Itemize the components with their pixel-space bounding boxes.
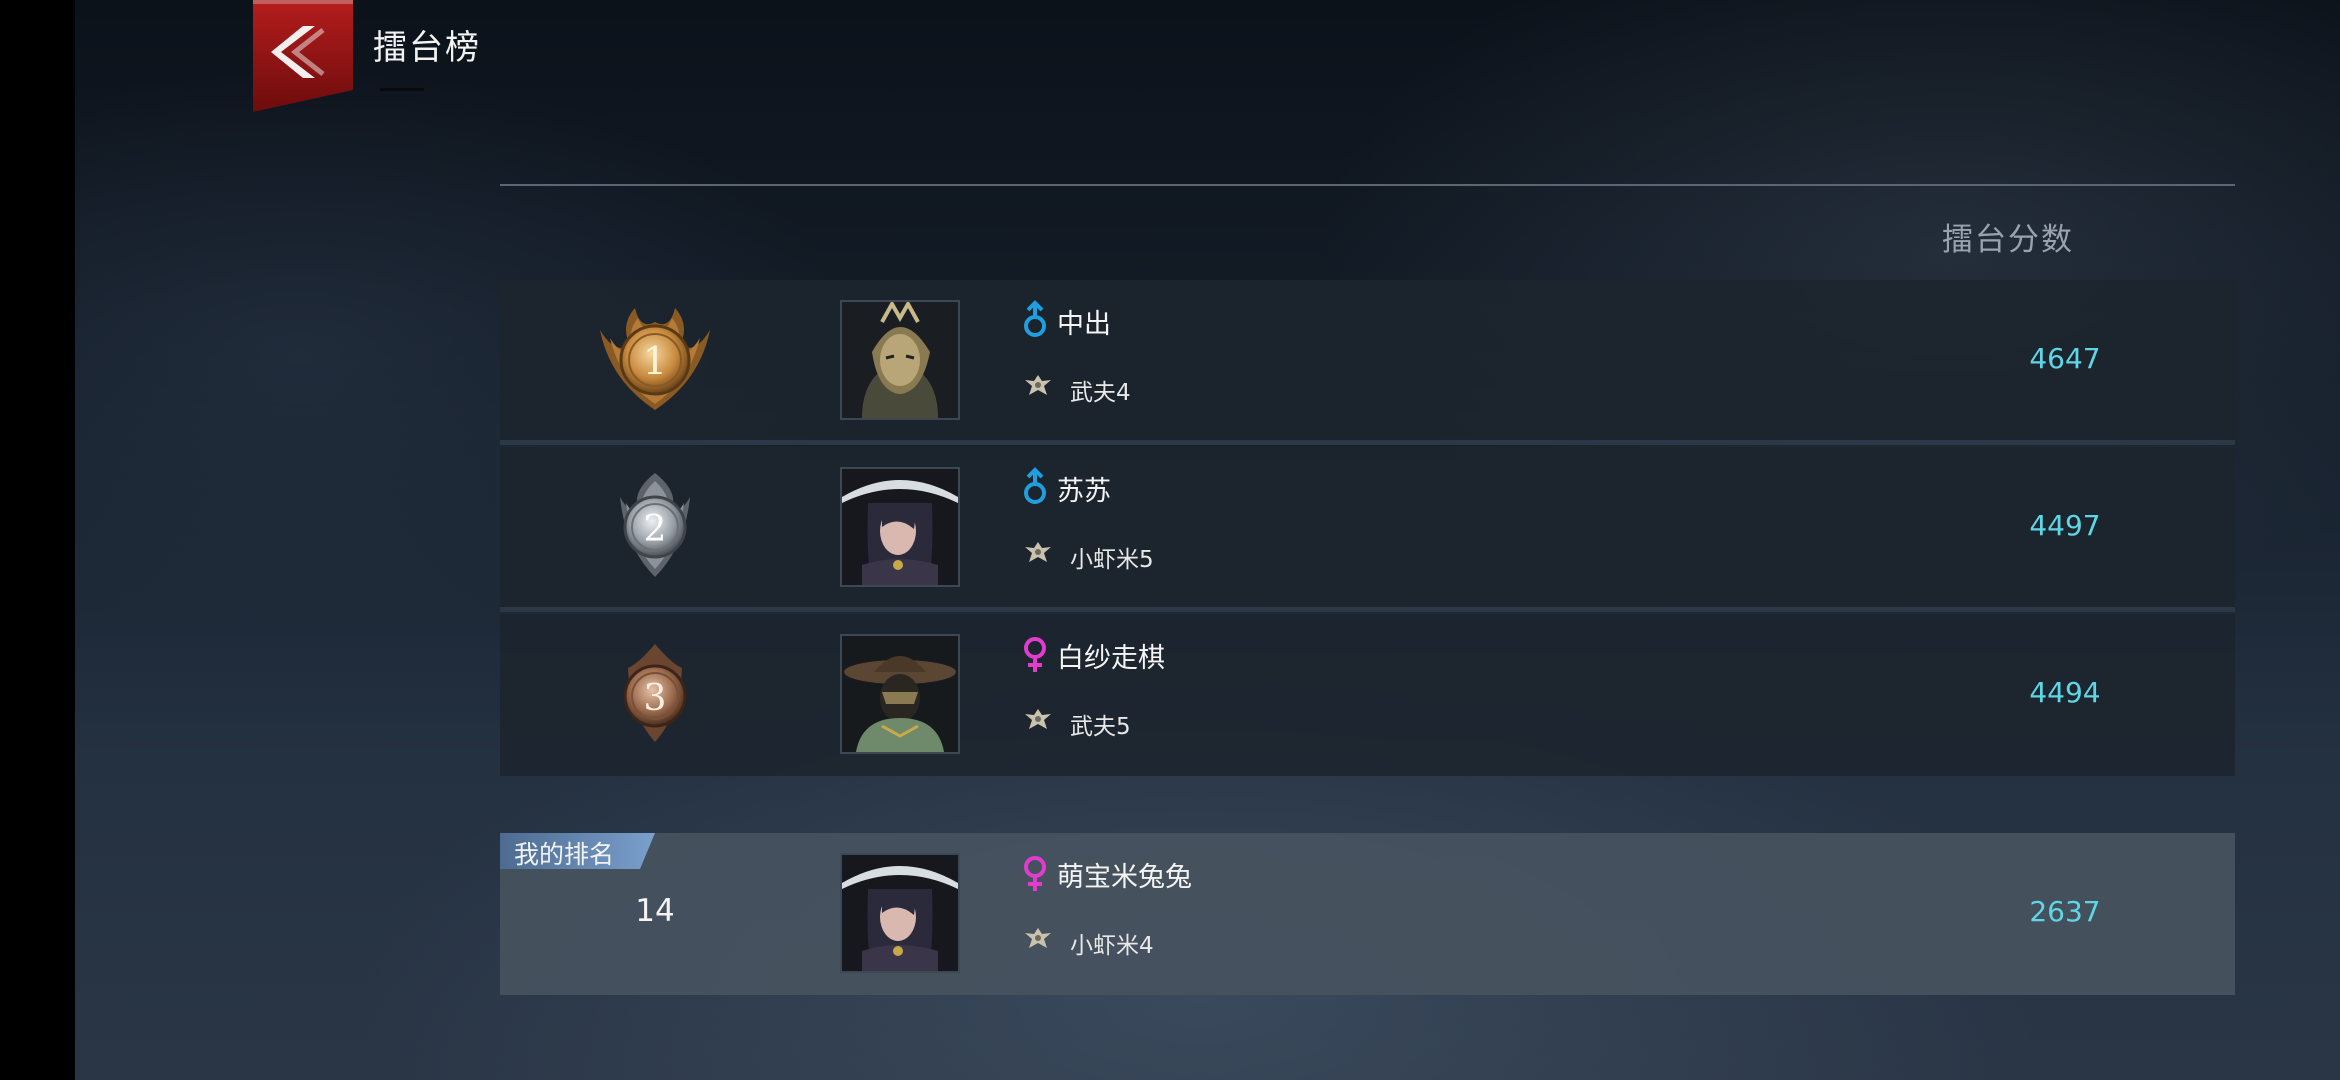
my-rank-number: 14 <box>635 893 675 929</box>
ranking-row-2[interactable]: 2 苏苏 小虾米5 4497 <box>500 447 2235 607</box>
rank-number: 3 <box>644 678 667 719</box>
page-title: 擂台榜 <box>373 28 481 68</box>
player-name: 萌宝米兔兔 <box>1057 862 1192 893</box>
title-underline <box>380 88 424 91</box>
silver-medal-icon: 2 <box>620 473 690 577</box>
table-header-divider <box>500 184 2235 186</box>
male-icon <box>1024 300 1046 337</box>
female-icon <box>1024 856 1046 891</box>
rank-number: 2 <box>644 509 667 550</box>
row-divider <box>500 607 2235 612</box>
player-name: 苏苏 <box>1057 476 1111 507</box>
team-name: 小虾米4 <box>1070 933 1154 959</box>
player-avatar[interactable] <box>840 634 960 754</box>
player-avatar[interactable] <box>840 467 960 587</box>
my-ranking-row[interactable]: 我的排名 14 萌宝米兔兔 小虾米4 2637 <box>500 833 2235 995</box>
left-edge-bar <box>0 0 75 1080</box>
arena-score: 4494 <box>2029 676 2101 709</box>
arena-score: 2637 <box>2029 895 2101 928</box>
team-name: 武夫5 <box>1070 714 1131 740</box>
player-avatar[interactable] <box>840 300 960 420</box>
my-rank-tag-label: 我的排名 <box>514 840 615 869</box>
female-icon <box>1024 637 1046 672</box>
ranking-row-1[interactable]: 1 中出 武夫4 4647 <box>500 280 2235 440</box>
male-icon <box>1024 467 1046 504</box>
leaderboard-screen: 擂台榜 擂台分数 1 中出 武夫4 4647 2 苏苏 小虾米5 4497 3 … <box>0 0 2340 1080</box>
team-name: 武夫4 <box>1070 380 1131 406</box>
guild-emblem-icon <box>1025 542 1051 562</box>
gold-medal-icon: 1 <box>600 308 710 410</box>
guild-emblem-icon <box>1025 375 1051 395</box>
ranking-row-3[interactable]: 3 白纱走棋 武夫5 4494 <box>500 614 2235 776</box>
arena-score: 4497 <box>2029 509 2101 542</box>
guild-emblem-icon <box>1025 709 1051 729</box>
player-name: 中出 <box>1057 309 1111 340</box>
guild-emblem-icon <box>1025 928 1051 948</box>
back-arrow-icon <box>253 0 353 112</box>
rank-number: 1 <box>643 339 667 383</box>
row-divider <box>500 440 2235 445</box>
arena-score: 4647 <box>2029 342 2101 375</box>
team-name: 小虾米5 <box>1070 547 1154 573</box>
player-name: 白纱走棋 <box>1057 643 1165 674</box>
back-button[interactable] <box>253 0 353 112</box>
score-column-header: 擂台分数 <box>1942 222 2074 258</box>
player-avatar[interactable] <box>840 853 960 973</box>
bronze-medal-icon: 3 <box>623 644 687 742</box>
